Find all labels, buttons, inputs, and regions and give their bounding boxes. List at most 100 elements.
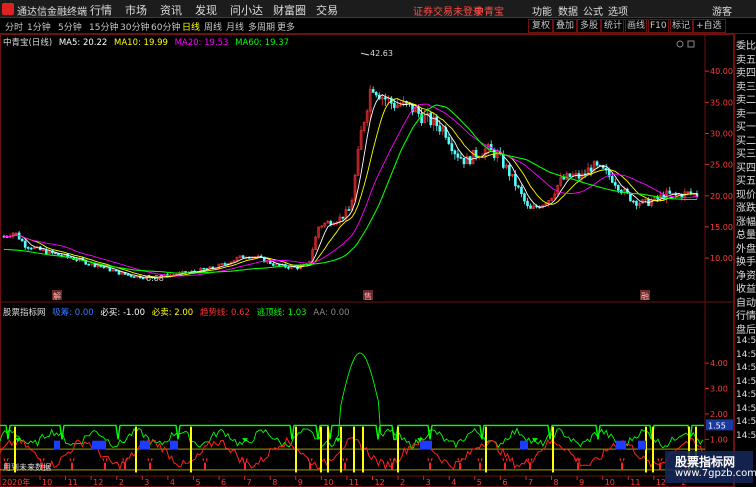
- menu-item-trade[interactable]: 交易: [316, 2, 338, 18]
- candle-body: [635, 200, 638, 206]
- indicator-header: 股票指标网 吸筹: 0.00 必买: -1.00 必卖: 2.00 趋势线: 0…: [3, 306, 354, 318]
- period-30min[interactable]: 30分钟: [120, 20, 149, 33]
- menu-bar: 通达信金融终端 行情 市场 资讯 发现 问小达 财富圈 交易 证券交易未登录 中…: [0, 0, 756, 18]
- year-label: 2020年: [2, 477, 30, 487]
- candle-body: [450, 143, 454, 152]
- chart-frame: [0, 34, 734, 487]
- header-stock-name: 中青宝: [474, 7, 504, 18]
- low-price-label: 6.68: [146, 274, 164, 283]
- candle-body: [453, 150, 457, 155]
- candle-body: [562, 177, 566, 180]
- menu-item-news[interactable]: 资讯: [160, 2, 182, 18]
- chart-area[interactable]: 10.0015.0020.0025.0030.0035.0040.000.001…: [0, 34, 734, 487]
- tool-add-favorite-button[interactable]: +自选: [692, 19, 726, 33]
- month-label: 6: [221, 478, 226, 487]
- absorb-block: [520, 440, 528, 450]
- sell-arrow-icon: [242, 438, 248, 442]
- price-tick-label: 30.00: [710, 129, 733, 138]
- month-label: 4: [170, 478, 175, 487]
- buy-arrow-icon: [102, 458, 108, 470]
- period-monthly[interactable]: 月线: [226, 20, 244, 33]
- must-sell-bar: [190, 426, 192, 473]
- period-timeshare[interactable]: 分时: [5, 20, 23, 33]
- menu-guest[interactable]: 游客: [712, 3, 732, 18]
- candle-body: [374, 92, 378, 96]
- candle-body: [371, 89, 375, 93]
- period-15min[interactable]: 15分钟: [89, 20, 118, 33]
- candle-body: [23, 240, 27, 248]
- menu-formula[interactable]: 公式: [583, 3, 603, 18]
- must-sell-bar: [552, 426, 554, 473]
- candle-body: [459, 157, 463, 159]
- candle-body: [287, 266, 290, 269]
- candle-body: [126, 274, 130, 276]
- high-price-label: 42.63: [370, 49, 393, 58]
- menu-data[interactable]: 数据: [558, 3, 578, 18]
- price-tick-label: 35.00: [710, 98, 733, 107]
- candle-body: [601, 165, 605, 169]
- candle-body: [523, 193, 526, 202]
- period-multi[interactable]: 多周期: [248, 20, 275, 33]
- menu-options[interactable]: 选项: [608, 3, 628, 18]
- candle-body: [568, 173, 572, 177]
- period-1min[interactable]: 1分钟: [27, 20, 51, 33]
- buy-arrow-icon: [69, 458, 75, 470]
- candle-body: [87, 263, 91, 266]
- menu-item-wenxiaoda[interactable]: 问小达: [230, 2, 263, 18]
- menu-function[interactable]: 功能: [532, 3, 552, 18]
- tool-multi-stock-button[interactable]: 多股: [576, 19, 603, 33]
- price-tick-label: 15.00: [710, 223, 733, 232]
- absorb-block: [140, 440, 150, 450]
- month-label: 11: [349, 478, 359, 487]
- candle-body: [577, 173, 581, 179]
- month-label: 12: [375, 478, 385, 487]
- indicator-escape-value: 逃顶线: 1.03: [256, 308, 307, 318]
- candle-body: [456, 153, 460, 158]
- candle-body: [393, 102, 396, 108]
- tool-f10-button[interactable]: F10: [646, 19, 671, 33]
- period-60min[interactable]: 60分钟: [151, 20, 180, 33]
- buy-arrow-icon: [122, 458, 128, 470]
- month-label: 8: [554, 478, 559, 487]
- high-price-pointer: [360, 52, 370, 56]
- tick-time-label: 14:5: [736, 417, 756, 427]
- candle-body: [429, 112, 432, 126]
- tool-overlay-button[interactable]: 叠加: [552, 19, 579, 33]
- month-label: 10: [42, 478, 52, 487]
- period-5min[interactable]: 5分钟: [58, 20, 82, 33]
- menu-item-market[interactable]: 市场: [125, 2, 147, 18]
- login-notice[interactable]: 证券交易未登录: [413, 3, 483, 18]
- buy-arrow-icon: [502, 458, 508, 470]
- candle-body: [668, 190, 672, 194]
- month-label: 12: [93, 478, 103, 487]
- tool-mark-button[interactable]: 标记: [668, 19, 695, 33]
- tool-adjust-button[interactable]: 复权: [528, 19, 555, 33]
- indicator-must-sell-value: 必卖: 2.00: [151, 308, 194, 318]
- quote-field-label[interactable]: 盘后: [736, 321, 756, 336]
- menu-item-quotes[interactable]: 行情: [90, 2, 112, 18]
- indicator-absorb-value: 吸筹: 0.00: [52, 308, 94, 318]
- must-sell-bar: [652, 426, 654, 473]
- absorb-block: [170, 440, 178, 450]
- month-label: 11: [630, 478, 640, 487]
- candle-body: [141, 277, 145, 280]
- menu-item-discover[interactable]: 发现: [195, 2, 217, 18]
- indicator-title: 股票指标网: [3, 308, 46, 318]
- month-label: 5: [477, 478, 482, 487]
- month-label: 3: [144, 478, 149, 487]
- candle-body: [26, 247, 30, 249]
- period-more[interactable]: 更多: [277, 20, 295, 33]
- candle-body: [508, 164, 511, 177]
- current-value-label: 1.55: [708, 421, 726, 430]
- app-title: 通达信金融终端: [17, 7, 87, 18]
- period-weekly[interactable]: 周线: [204, 20, 222, 33]
- menu-item-wealth-circle[interactable]: 财富圈: [273, 2, 306, 18]
- ma20-label: MA20: 19.53: [174, 38, 229, 48]
- indicator-tick-label: 3.00: [710, 385, 728, 394]
- candle-body: [613, 182, 617, 186]
- candle-body: [616, 185, 620, 191]
- period-daily[interactable]: 日线: [182, 20, 200, 33]
- candle-body: [347, 209, 351, 211]
- candle-body: [589, 167, 593, 172]
- price-tick-label: 25.00: [710, 161, 733, 170]
